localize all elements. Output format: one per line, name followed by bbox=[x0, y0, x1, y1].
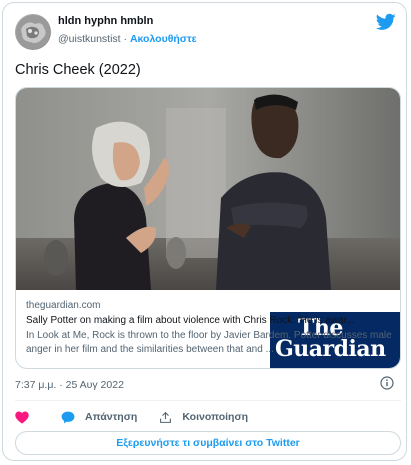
explore-twitter-button[interactable]: Εξερευνήστε τι συμβαίνει στο Twitter bbox=[15, 431, 401, 455]
display-name[interactable]: hldn hyphn hmbln bbox=[58, 15, 153, 27]
divider bbox=[15, 400, 401, 401]
follow-link[interactable]: Ακολουθήστε bbox=[130, 33, 197, 45]
share-label: Κοινοποίηση bbox=[182, 411, 249, 423]
tweet-text: Chris Cheek (2022) bbox=[15, 62, 141, 78]
share-button[interactable]: Κοινοποίηση bbox=[159, 411, 248, 424]
like-button[interactable] bbox=[15, 410, 39, 424]
tweet-timestamp[interactable]: 7:37 μ.μ. · 25 Αυγ 2022 bbox=[15, 379, 124, 391]
action-bar: Απάντηση Κοινοποίηση bbox=[15, 408, 270, 426]
tweet-embed-card: hldn hyphn hmbln @uistkunstist · Ακολουθ… bbox=[2, 2, 407, 461]
link-meta: theguardian.com Sally Potter on making a… bbox=[16, 290, 400, 368]
info-icon[interactable] bbox=[380, 376, 394, 390]
link-description: In Look at Me, Rock is thrown to the flo… bbox=[26, 330, 392, 355]
article-photo bbox=[16, 88, 400, 290]
reply-label: Απάντηση bbox=[85, 411, 138, 423]
link-domain: theguardian.com bbox=[26, 300, 101, 311]
avatar-image bbox=[16, 15, 50, 49]
user-handle[interactable]: @uistkunstist bbox=[58, 33, 121, 45]
separator-dot: · bbox=[123, 33, 128, 45]
user-handle-line: @uistkunstist · Ακολουθήστε bbox=[58, 33, 197, 45]
twitter-bird-icon[interactable] bbox=[376, 13, 396, 31]
link-preview-card[interactable]: The Guardian theguardian.com Sally Potte… bbox=[15, 87, 401, 369]
heart-icon bbox=[15, 410, 29, 424]
link-headline[interactable]: Sally Potter on making a film about viol… bbox=[26, 315, 392, 326]
reply-button[interactable]: Απάντηση bbox=[61, 411, 137, 424]
share-icon bbox=[160, 411, 172, 423]
avatar[interactable] bbox=[15, 14, 51, 50]
reply-bubble-icon bbox=[61, 411, 75, 423]
